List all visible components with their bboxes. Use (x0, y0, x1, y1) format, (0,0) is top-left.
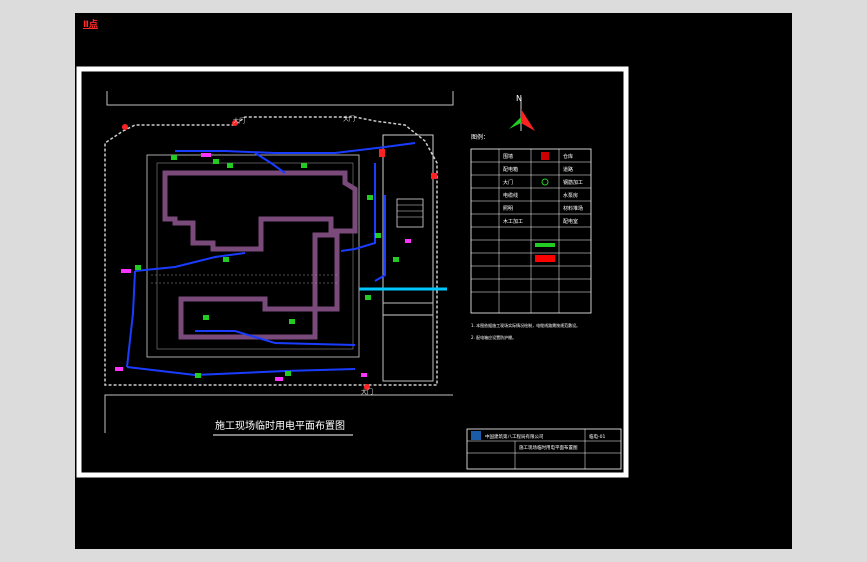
svg-text:围墙: 围墙 (503, 153, 513, 160)
svg-text:临电-01: 临电-01 (589, 433, 605, 440)
sheet-border (76, 66, 629, 478)
legend: 图例： 围墙 配电箱 大门 电缆线 照明 仓库 道路 钢筋加工 水泵房 材料堆场… (470, 133, 592, 340)
svg-text:仓库: 仓库 (563, 153, 573, 160)
svg-text:1. 本图依据施工现场实际情况绘制，电缆线路需按规范敷设。: 1. 本图依据施工现场实际情况绘制，电缆线路需按规范敷设。 (471, 322, 580, 328)
svg-text:施工现场临时用电平面布置图: 施工现场临时用电平面布置图 (519, 444, 578, 451)
road-top (106, 91, 454, 106)
gate-label-2: 大门 (343, 115, 355, 123)
cad-drawing: 大门 大门 大门 N 图例： 围墙 配电箱 大门 电缆线 照明 仓库 道路 钢筋… (76, 66, 629, 478)
svg-text:照明: 照明 (503, 206, 513, 212)
svg-text:图例：: 图例： (471, 133, 489, 141)
title-block: 中国建筑第八工程局有限公司 施工现场临时用电平面布置图 临电-01 (466, 428, 622, 470)
svg-text:N: N (516, 94, 522, 103)
svg-text:钢筋加工: 钢筋加工 (563, 179, 583, 186)
drawing-title: 施工现场临时用电平面布置图 (215, 419, 345, 432)
gate-markers (122, 120, 437, 390)
site-boundary (104, 116, 438, 386)
north-arrow-icon: N (509, 94, 535, 131)
east-stair (396, 198, 424, 228)
svg-text:电缆线: 电缆线 (503, 192, 518, 199)
svg-text:配电室: 配电室 (563, 218, 578, 225)
cad-viewport[interactable]: Ⅱ点 大门 大门 大门 N 图例： 围墙 配电箱 大门 电缆线 照明 仓库 道路… (75, 13, 792, 549)
building-1-mid (312, 232, 340, 312)
svg-text:道路: 道路 (563, 166, 573, 173)
svg-text:材料堆场: 材料堆场 (563, 205, 583, 212)
svg-text:中国建筑第八工程局有限公司: 中国建筑第八工程局有限公司 (485, 433, 544, 440)
svg-text:木工加工: 木工加工 (503, 218, 523, 225)
svg-text:配电箱: 配电箱 (503, 166, 518, 173)
svg-text:2. 配电箱应设置防护棚。: 2. 配电箱应设置防护棚。 (471, 334, 516, 340)
gate-label-1: 大门 (233, 117, 245, 125)
svg-text:水泵房: 水泵房 (563, 192, 578, 199)
svg-text:大门: 大门 (503, 179, 513, 186)
gate-label-3: 大门 (361, 388, 373, 396)
